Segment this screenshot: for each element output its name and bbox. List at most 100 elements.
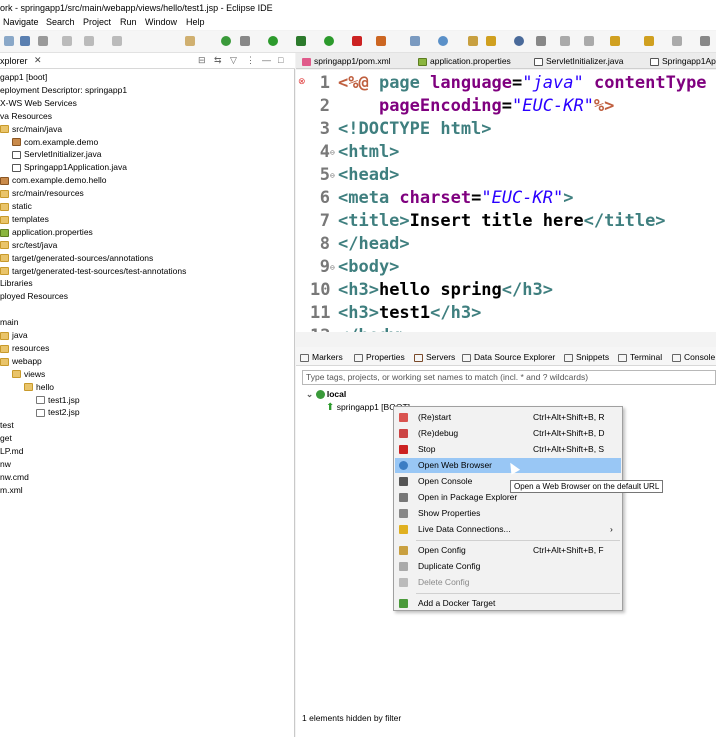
tree-item-folder-resources[interactable]: resources [0,342,49,355]
code-line[interactable]: 3 <!DOCTYPE html> [296,118,716,141]
menu-run[interactable]: Run [120,17,137,27]
tree-item-file-pom-xml[interactable]: m.xml [0,484,23,497]
disconnect-icon[interactable] [112,36,122,46]
prev-annotation-icon[interactable] [584,36,594,46]
link-editor-icon[interactable]: ⇆ [214,55,222,66]
project-explorer-tab[interactable]: xplorer ✕ ⊟ ⇆ ▽ ⋮ — □ [0,53,295,69]
globe-icon[interactable] [514,36,524,46]
code-line[interactable]: 9 ⊖ <body> [296,256,716,279]
filter-input[interactable]: Type tags, projects, or working set name… [302,370,716,385]
tab-markers[interactable]: Markers [300,352,343,362]
open-task-icon[interactable] [486,36,496,46]
forward-history-icon[interactable] [644,36,654,46]
code-line[interactable]: 7 <title>Insert title here</title> [296,210,716,233]
code-line[interactable]: 1 <%@ page language="java" contentType [296,72,716,95]
menu-item-live-data-connections[interactable]: Live Data Connections... › [395,522,621,537]
build-icon[interactable] [20,36,30,46]
tree-item-target-generated-sources[interactable]: target/generated-sources/annotations [0,252,153,265]
code-line[interactable]: 10 <h3>hello spring</h3> [296,279,716,302]
spring-boot-icon[interactable] [221,36,231,46]
fold-icon[interactable]: ⊖ [330,141,335,164]
close-icon[interactable]: ✕ [34,55,42,66]
save-icon[interactable] [4,36,14,46]
menu-search[interactable]: Search [46,17,75,27]
open-type-icon[interactable] [468,36,478,46]
tree-item-folder-webapp[interactable]: webapp [0,355,42,368]
code-line[interactable]: 4 ⊖ <html> [296,141,716,164]
code-line[interactable]: 2 pageEncoding="EUC-KR"%> [296,95,716,118]
tree-item-src-test-java[interactable]: src/test/java [0,239,57,252]
tree-item-file-mvnw-cmd[interactable]: nw.cmd [0,471,29,484]
tree-item-folder-static[interactable]: static [0,200,32,213]
tree-item-folder-target[interactable]: get [0,432,12,445]
tab-terminal[interactable]: Terminal [618,352,662,362]
view-menu-icon[interactable]: ⋮ [246,55,255,66]
tree-item-file-servlet-initializer[interactable]: ServletInitializer.java [12,148,101,161]
filter-icon[interactable]: ▽ [230,55,237,66]
tree-item-file-help-md[interactable]: LP.md [0,445,23,458]
forward-icon[interactable] [672,36,682,46]
menu-help[interactable]: Help [186,17,205,27]
tab-snippets[interactable]: Snippets [564,352,609,362]
tree-item-file-springapp1-application[interactable]: Springapp1Application.java [12,161,127,174]
menu-item-add-docker-target[interactable]: Add a Docker Target [395,596,621,611]
tab-properties[interactable]: Properties [354,352,405,362]
new-wizard-icon[interactable] [410,36,420,46]
minimize-icon[interactable]: — [262,55,271,65]
menu-item-open-config[interactable]: Open Config Ctrl+Alt+Shift+B, F [395,543,621,558]
tree-item-gapp1-root[interactable]: gapp1 [boot] [0,71,47,84]
fold-icon[interactable]: ⊖ [330,164,335,187]
annotation-icon[interactable] [560,36,570,46]
menu-item-stop[interactable]: Stop Ctrl+Alt+Shift+B, S [395,442,621,457]
fold-icon[interactable]: ⊖ [330,256,335,279]
tree-item-deployment-descriptor[interactable]: eployment Descriptor: springapp1 [0,84,127,97]
search-icon[interactable] [38,36,48,46]
tree-item-package-demo[interactable]: com.example.demo [12,136,98,149]
web-icon[interactable] [438,36,448,46]
tree-item-src-main-java[interactable]: src/main/java [0,123,62,136]
tree-item-libraries[interactable]: Libraries [0,277,33,290]
step-icon[interactable] [62,36,72,46]
tree-item-src-main-resources[interactable]: src/main/resources [0,187,84,200]
tab-servers[interactable]: Servers [414,352,455,362]
task-icon[interactable] [185,36,195,46]
menu-item-duplicate-config[interactable]: Duplicate Config [395,559,621,574]
run-external-icon[interactable] [296,36,306,46]
maximize-icon[interactable]: □ [278,55,283,65]
terminate-icon[interactable] [84,36,94,46]
stop-icon[interactable] [352,36,362,46]
tree-item-folder-views[interactable]: views [12,368,45,381]
menu-navigate[interactable]: Navigate [3,17,39,27]
tree-item-folder-test[interactable]: test [0,419,14,432]
tree-item-package-demo-hello[interactable]: com.example.demo.hello [0,174,107,187]
menu-item-redebug[interactable]: (Re)debug Ctrl+Alt+Shift+B, D [395,426,621,441]
server-icon[interactable] [376,36,386,46]
tree-item-file-mvnw[interactable]: nw [0,458,11,471]
tab-springapp1-application[interactable]: Springapp1Ap [650,56,716,66]
tab-servlet-initializer[interactable]: ServletInitializer.java [534,56,623,66]
tree-item-folder-hello[interactable]: hello [24,381,54,394]
debug-icon[interactable] [240,36,250,46]
tab-application-properties[interactable]: application.properties [418,56,511,66]
tree-item-folder-java[interactable]: java [0,329,28,342]
menu-item-show-properties[interactable]: Show Properties [395,506,621,521]
tree-item-file-test2-jsp[interactable]: test2.jsp [36,406,80,419]
tree-item-file-application-properties[interactable]: application.properties [0,226,93,239]
code-line[interactable]: 12 </body> [296,325,716,332]
tree-item-folder-templates[interactable]: templates [0,213,49,226]
tree-item-target-generated-test-sources[interactable]: target/generated-test-sources/test-annot… [0,265,186,278]
code-line[interactable]: 5 ⊖ <head> [296,164,716,187]
menu-item-restart[interactable]: (Re)start Ctrl+Alt+Shift+B, R [395,410,621,425]
search-tool-icon[interactable] [536,36,546,46]
tree-item-folder-main[interactable]: main [0,316,18,329]
code-line[interactable]: 8 </head> [296,233,716,256]
code-editor[interactable]: ⊗ 1 <%@ page language="java" contentType 2… [296,70,716,332]
code-line[interactable]: 6 <meta charset="EUC-KR"> [296,187,716,210]
tab-pom-xml[interactable]: springapp1/pom.xml [302,56,391,66]
tab-data-source-explorer[interactable]: Data Source Explorer [462,352,555,362]
menu-window[interactable]: Window [145,17,177,27]
run-icon[interactable] [268,36,278,46]
tree-item-deployed-resources[interactable]: ployed Resources [0,290,68,303]
tree-item-java-resources[interactable]: va Resources [0,110,52,123]
collapse-all-icon[interactable]: ⊟ [198,55,206,66]
